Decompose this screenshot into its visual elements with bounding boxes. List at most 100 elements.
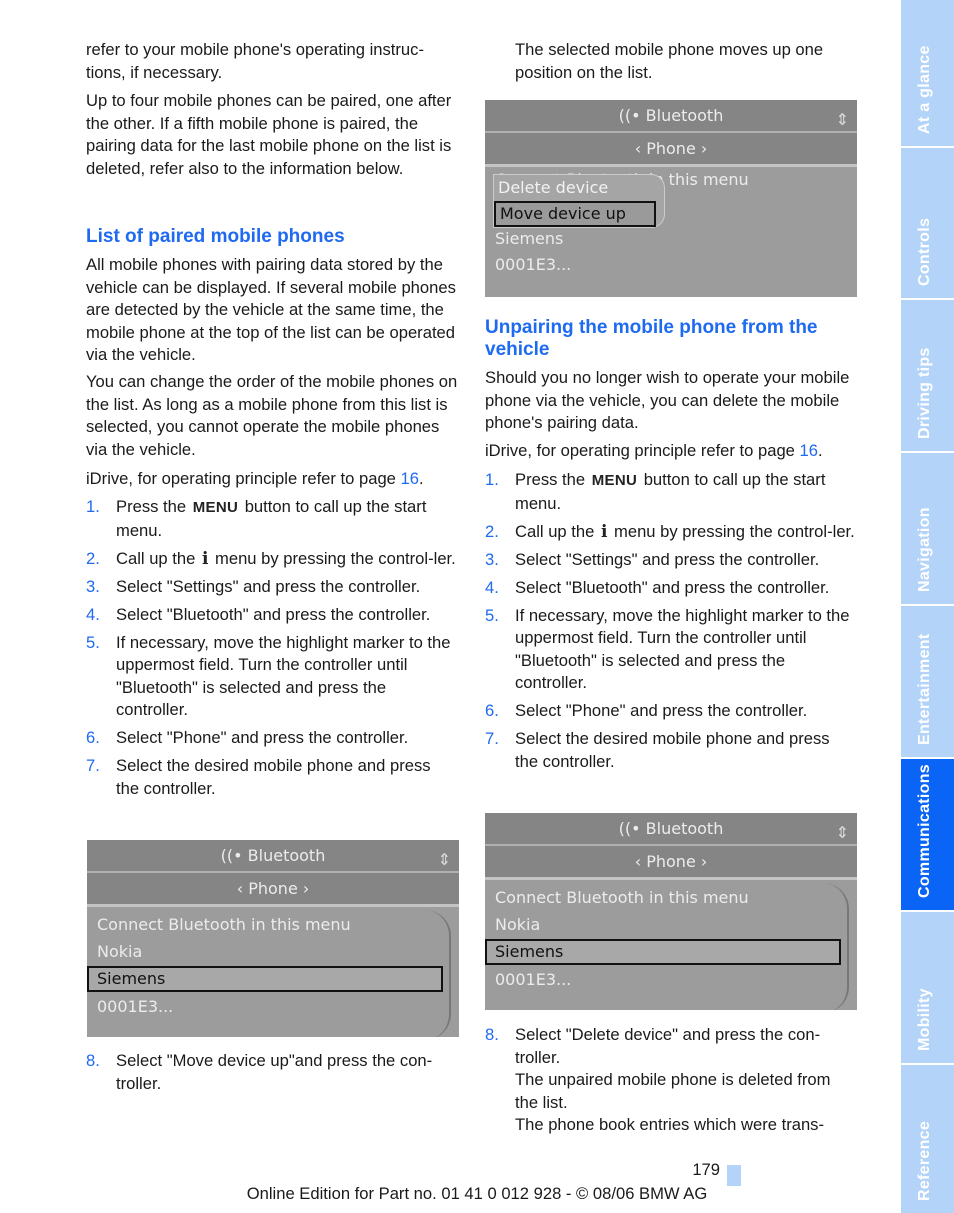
bluetooth-options-screen: ((• Bluetooth⇕ ‹ Phone › Connect Bluetoo… <box>485 100 857 297</box>
list-item: 8. Select "Move device up"and press the c… <box>86 1050 458 1095</box>
steps-list: 1. Press the MENU button to call up the s… <box>86 496 458 806</box>
scroll-updown-icon: ⇕ <box>835 110 849 129</box>
paragraph: You can change the order of the mobile p… <box>86 372 458 459</box>
page-link[interactable]: 16 <box>800 441 818 460</box>
step-number: 6. <box>86 728 100 747</box>
info-icon: i <box>600 521 608 542</box>
list-item: 6. Select "Phone" and press the controlle… <box>485 700 857 723</box>
step-text: The unpaired mobile phone is deleted fro… <box>515 1070 831 1112</box>
tab-label: Mobility <box>915 988 932 1051</box>
steps-list: 8. Select "Delete device" and press the c… <box>485 1024 857 1142</box>
tab-label: Entertainment <box>915 633 932 745</box>
section-heading: List of paired mobile phones <box>86 226 345 247</box>
list-item: 1. Press the MENU button to call up the s… <box>485 469 857 515</box>
step-number: 4. <box>485 577 499 597</box>
tab-mobility[interactable]: Mobility <box>901 912 954 1063</box>
step-text: Press the <box>515 470 590 489</box>
screen-subtitle: ‹ Phone › <box>87 873 459 907</box>
list-item: 3. Select "Settings" and press the contro… <box>86 576 458 599</box>
tab-driving-tips[interactable]: Driving tips <box>901 300 954 451</box>
steps-list: 8. Select "Move device up"and press the c… <box>86 1050 458 1101</box>
step-text: menu by pressing the control-ler. <box>210 548 456 568</box>
paragraph: All mobile phones with pairing data stor… <box>86 255 456 364</box>
tab-navigation[interactable]: Navigation <box>901 453 954 604</box>
screen-title: ((• Bluetooth ⇕ <box>485 813 857 846</box>
screen-list-item: 0001E3... <box>495 970 572 989</box>
step-text: menu by pressing the control-ler. <box>609 521 855 541</box>
step-text: Select "Move device up"and press the con… <box>116 1051 433 1093</box>
step-text: Select "Settings" and press the controll… <box>116 576 421 596</box>
step-number: 1. <box>86 497 100 516</box>
step-text: Call up the <box>515 521 599 541</box>
list-item: 1. Press the MENU button to call up the s… <box>86 496 458 542</box>
screen-list-item: Nokia <box>97 942 143 961</box>
list-item: 7. Select the desired mobile phone and pr… <box>86 755 458 800</box>
screen-title-text: ((• Bluetooth <box>220 846 326 865</box>
page-link[interactable]: 16 <box>401 469 419 488</box>
screen-list-item: Connect Bluetooth in this menu <box>495 888 749 907</box>
step-number: 8. <box>86 1051 100 1070</box>
info-icon: i <box>201 548 209 569</box>
punct: . <box>419 469 424 488</box>
step-number: 6. <box>485 701 499 720</box>
step-text: The phone book entries which were trans- <box>515 1115 824 1134</box>
step-text: Select "Bluetooth" and press the control… <box>515 577 830 597</box>
screen-list-item: Nokia <box>495 915 541 934</box>
screen-list-item-selected: Siemens <box>485 939 841 965</box>
footer-text: Online Edition for Part no. 01 41 0 012 … <box>246 1184 708 1203</box>
options-popup: Delete device Move device up <box>493 174 665 228</box>
screen-subtitle: ‹ Phone › <box>485 133 857 167</box>
step-text: Select "Phone" and press the controller. <box>515 701 808 720</box>
page-number: 179 <box>692 1160 720 1179</box>
paragraph: Should you no longer wish to operate you… <box>485 368 850 432</box>
step-text: Select "Phone" and press the controller. <box>116 728 409 747</box>
screen-title-text: ((• Bluetooth <box>618 819 724 838</box>
step-text: Select "Delete device" and press the con… <box>515 1025 821 1067</box>
screen-list-item: Siemens <box>495 229 564 248</box>
step-text: Select "Bluetooth" and press the control… <box>116 604 431 624</box>
step-text: If necessary, move the highlight marker … <box>515 605 850 693</box>
step-text: Call up the <box>116 548 200 568</box>
screen-list-item-text: Siemens <box>97 969 166 988</box>
list-item: 4. Select "Bluetooth" and press the contr… <box>485 577 857 600</box>
tab-label: Navigation <box>915 507 932 592</box>
scroll-updown-icon: ⇕ <box>437 850 451 869</box>
idrive-text: iDrive, for operating principle refer to… <box>485 441 800 460</box>
tab-communications[interactable]: Communications <box>901 759 954 910</box>
screen-title: ((• Bluetooth ⇕ <box>485 100 857 133</box>
tab-entertainment[interactable]: Entertainment <box>901 606 954 757</box>
bluetooth-phone-screen: ((• Bluetooth ⇕ ‹ Phone › Connect Bluetoo… <box>87 840 459 1037</box>
step-number: 7. <box>485 729 499 748</box>
step-number: 2. <box>86 548 100 568</box>
paragraph: iDrive, for operating principle refer to… <box>485 440 857 463</box>
step-number: 3. <box>86 576 100 596</box>
paragraph: refer to your mobile phone's operating i… <box>86 40 424 82</box>
menu-button-icon: MENU <box>192 499 239 516</box>
step-text: Select the desired mobile phone and pres… <box>116 756 431 798</box>
list-item: 2. Call up the i menu by pressing the con… <box>86 548 458 571</box>
step-number: 1. <box>485 470 499 489</box>
punct: . <box>818 441 823 460</box>
screen-subtitle: ‹ Phone › <box>485 846 857 880</box>
tab-at-a-glance[interactable]: At a glance <box>901 0 954 146</box>
screen-list-item-text: Siemens <box>495 942 564 961</box>
step-text: Press the <box>116 497 191 516</box>
list-item: 5. If necessary, move the highlight marke… <box>86 632 458 722</box>
section-heading: Unpairing the mobile phone from the vehi… <box>485 317 818 360</box>
step-number: 5. <box>485 605 499 625</box>
paragraph: The selected mobile phone moves up one p… <box>515 40 824 82</box>
idrive-text: iDrive, for operating principle refer to… <box>86 469 401 488</box>
screen-title: ((• Bluetooth ⇕ <box>87 840 459 873</box>
list-item: 6. Select "Phone" and press the controlle… <box>86 727 458 750</box>
screen-list-item: 0001E3... <box>495 255 572 274</box>
tab-controls[interactable]: Controls <box>901 148 954 298</box>
screen-list-item: 0001E3... <box>97 997 174 1016</box>
step-number: 5. <box>86 632 100 652</box>
screen-list-item-selected: Siemens <box>87 966 443 992</box>
menu-button-icon: MENU <box>591 472 638 489</box>
step-number: 3. <box>485 549 499 569</box>
step-text: Select the desired mobile phone and pres… <box>515 729 830 771</box>
step-number: 4. <box>86 604 100 624</box>
step-text: Select "Settings" and press the controll… <box>515 549 820 569</box>
popup-item-delete-device: Delete device <box>498 178 609 197</box>
